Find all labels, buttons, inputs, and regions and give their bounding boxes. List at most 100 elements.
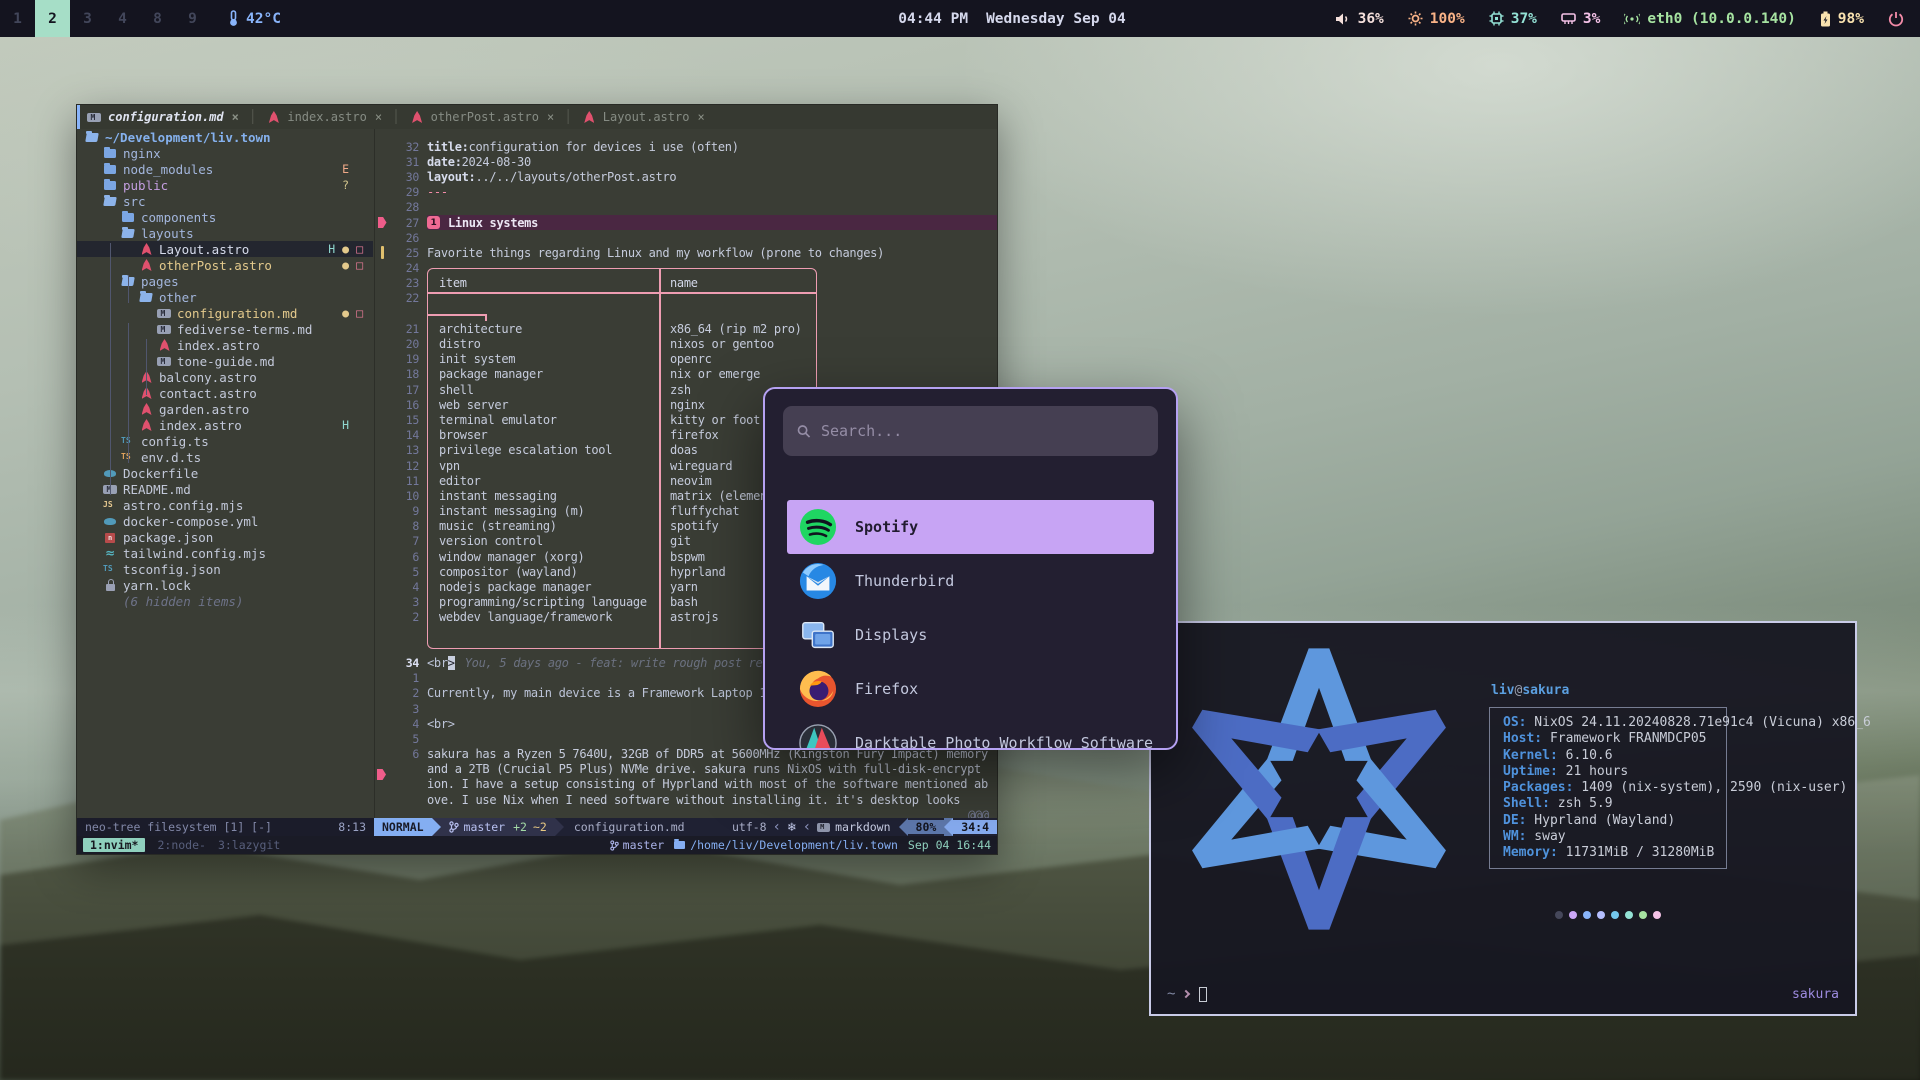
tree-item-badges: H bbox=[342, 418, 363, 432]
git-blame-text: You, 5 days ago - feat: write rough post… bbox=[465, 656, 763, 670]
branch-icon bbox=[449, 821, 459, 833]
table-cell-name: kitty or foot bbox=[658, 413, 760, 427]
table-row: 18 package manager nix or emerge bbox=[375, 367, 997, 382]
tree-item[interactable]: Layout.astro H ● □ bbox=[77, 241, 373, 257]
separator: ‹ bbox=[773, 819, 781, 835]
tree-item[interactable]: node_modules E bbox=[77, 161, 373, 177]
search-input[interactable] bbox=[821, 422, 1144, 440]
tree-item-label: node_modules bbox=[123, 162, 213, 177]
tree-item[interactable]: fediverse-terms.md bbox=[77, 321, 373, 337]
tree-item[interactable]: tone-guide.md bbox=[77, 353, 373, 369]
launcher-item-thunderbird[interactable]: Thunderbird bbox=[787, 554, 1154, 608]
close-icon[interactable]: × bbox=[697, 110, 704, 124]
tree-item[interactable]: env.d.ts bbox=[77, 449, 373, 465]
tab-configuration-md[interactable]: configuration.md × bbox=[77, 105, 249, 129]
tree-item[interactable]: src bbox=[77, 193, 373, 209]
workspace-button[interactable]: 3 bbox=[70, 0, 105, 37]
workspace-button[interactable]: 2 bbox=[35, 0, 70, 37]
clock-date: Wednesday Sep 04 bbox=[986, 11, 1126, 27]
table-cell-item: compositor (wayland) bbox=[427, 565, 658, 579]
tree-item[interactable]: package.json bbox=[77, 529, 373, 545]
displays-icon bbox=[799, 616, 837, 654]
tree-item-label: README.md bbox=[123, 482, 191, 497]
branch-icon bbox=[610, 840, 619, 851]
close-icon[interactable]: × bbox=[375, 110, 382, 124]
tree-item[interactable]: otherPost.astro ● □ bbox=[77, 257, 373, 273]
tab-index-astro[interactable]: index.astro × bbox=[256, 105, 392, 129]
tree-item[interactable]: components bbox=[77, 209, 373, 225]
tree-item[interactable]: layouts bbox=[77, 225, 373, 241]
git-unstaged-badge: □ bbox=[356, 306, 363, 320]
indent-guide bbox=[128, 323, 129, 463]
close-icon[interactable]: × bbox=[547, 110, 554, 124]
tree-item[interactable]: nginx bbox=[77, 145, 373, 161]
tmux-window-lazygit[interactable]: 3:lazygit bbox=[218, 838, 280, 852]
tree-item[interactable]: pages bbox=[77, 273, 373, 289]
power-module[interactable] bbox=[1888, 11, 1904, 27]
tree-item-label: docker-compose.yml bbox=[123, 514, 258, 529]
tree-item[interactable]: README.md bbox=[77, 481, 373, 497]
launcher-item-displays[interactable]: Displays bbox=[787, 608, 1154, 662]
workspace-button[interactable]: 8 bbox=[140, 0, 175, 37]
indent-guide bbox=[146, 339, 147, 395]
bookmark-sign-icon bbox=[378, 217, 387, 228]
launcher-item-firefox[interactable]: Firefox bbox=[787, 662, 1154, 716]
indent-guide bbox=[110, 243, 111, 495]
table-cell-name: wireguard bbox=[658, 459, 732, 473]
file-icon bbox=[103, 514, 118, 529]
memory-value: 3% bbox=[1583, 11, 1600, 27]
markdown-file-icon bbox=[87, 110, 102, 125]
powerline-separator bbox=[899, 818, 908, 836]
launcher-item-spotify[interactable]: Spotify bbox=[787, 500, 1154, 554]
shell-prompt[interactable]: ~ bbox=[1167, 986, 1207, 1002]
tab-layout-astro[interactable]: Layout.astro × bbox=[572, 105, 715, 129]
workspace-button[interactable]: 1 bbox=[0, 0, 35, 37]
folder-icon bbox=[674, 841, 685, 849]
table-cell-item: programming/scripting language bbox=[427, 595, 658, 609]
tmux-window-nvim[interactable]: 1:nvim* bbox=[83, 838, 145, 852]
tree-item[interactable]: astro.config.mjs bbox=[77, 497, 373, 513]
tree-item[interactable]: index.astro H bbox=[77, 417, 373, 433]
thunderbird-icon bbox=[799, 562, 837, 600]
tree-item[interactable]: other bbox=[77, 289, 373, 305]
file-icon bbox=[121, 210, 136, 225]
workspace-button[interactable]: 9 bbox=[175, 0, 210, 37]
launcher-item-label: Darktable Photo Workflow Software bbox=[855, 734, 1153, 750]
tree-item[interactable]: tsconfig.json bbox=[77, 561, 373, 577]
launcher-search[interactable] bbox=[783, 406, 1158, 456]
tree-item[interactable]: Dockerfile bbox=[77, 465, 373, 481]
tree-item[interactable]: docker-compose.yml bbox=[77, 513, 373, 529]
tmux-window-node[interactable]: 2:node- bbox=[157, 838, 205, 852]
close-icon[interactable]: × bbox=[232, 110, 239, 124]
fastfetch-terminal: liv@sakura OS: NixOS 24.11.20240828.71e9… bbox=[1149, 621, 1857, 1016]
tree-item[interactable]: index.astro bbox=[77, 337, 373, 353]
file-icon bbox=[103, 530, 118, 545]
tree-item-label: Dockerfile bbox=[123, 466, 198, 481]
file-tree: ~/Development/liv.town nginx bbox=[77, 129, 373, 818]
astro-file-icon bbox=[266, 110, 281, 125]
tree-item[interactable]: tailwind.config.mjs bbox=[77, 545, 373, 561]
workspace-button[interactable]: 4 bbox=[105, 0, 140, 37]
launcher-item-darktable[interactable]: Darktable Photo Workflow Software bbox=[787, 716, 1154, 750]
tree-item-label: (6 hidden items) bbox=[123, 594, 243, 609]
git-modified-badge: ● bbox=[342, 258, 349, 272]
color-dot bbox=[1639, 911, 1647, 919]
tree-item[interactable]: contact.astro bbox=[77, 385, 373, 401]
tree-item-label: components bbox=[141, 210, 216, 225]
encoding-indicator: utf-8 bbox=[732, 820, 767, 834]
tree-item[interactable]: (6 hidden items) bbox=[77, 593, 373, 609]
tree-item[interactable]: public ? bbox=[77, 177, 373, 193]
color-dot bbox=[1611, 911, 1619, 919]
temperature-value: 42°C bbox=[246, 11, 281, 27]
tree-item[interactable]: config.ts bbox=[77, 433, 373, 449]
tree-item[interactable]: configuration.md ● □ bbox=[77, 305, 373, 321]
tree-item[interactable]: balcony.astro bbox=[77, 369, 373, 385]
tab-label: otherPost.astro bbox=[431, 110, 539, 124]
tree-item-label: public bbox=[123, 178, 168, 193]
power-icon[interactable] bbox=[1888, 11, 1904, 27]
tab-otherpost-astro[interactable]: otherPost.astro × bbox=[400, 105, 565, 129]
tree-item[interactable]: ~/Development/liv.town bbox=[77, 129, 373, 145]
tree-item[interactable]: yarn.lock bbox=[77, 577, 373, 593]
tree-item[interactable]: garden.astro bbox=[77, 401, 373, 417]
editor-line: 26 bbox=[375, 230, 997, 245]
